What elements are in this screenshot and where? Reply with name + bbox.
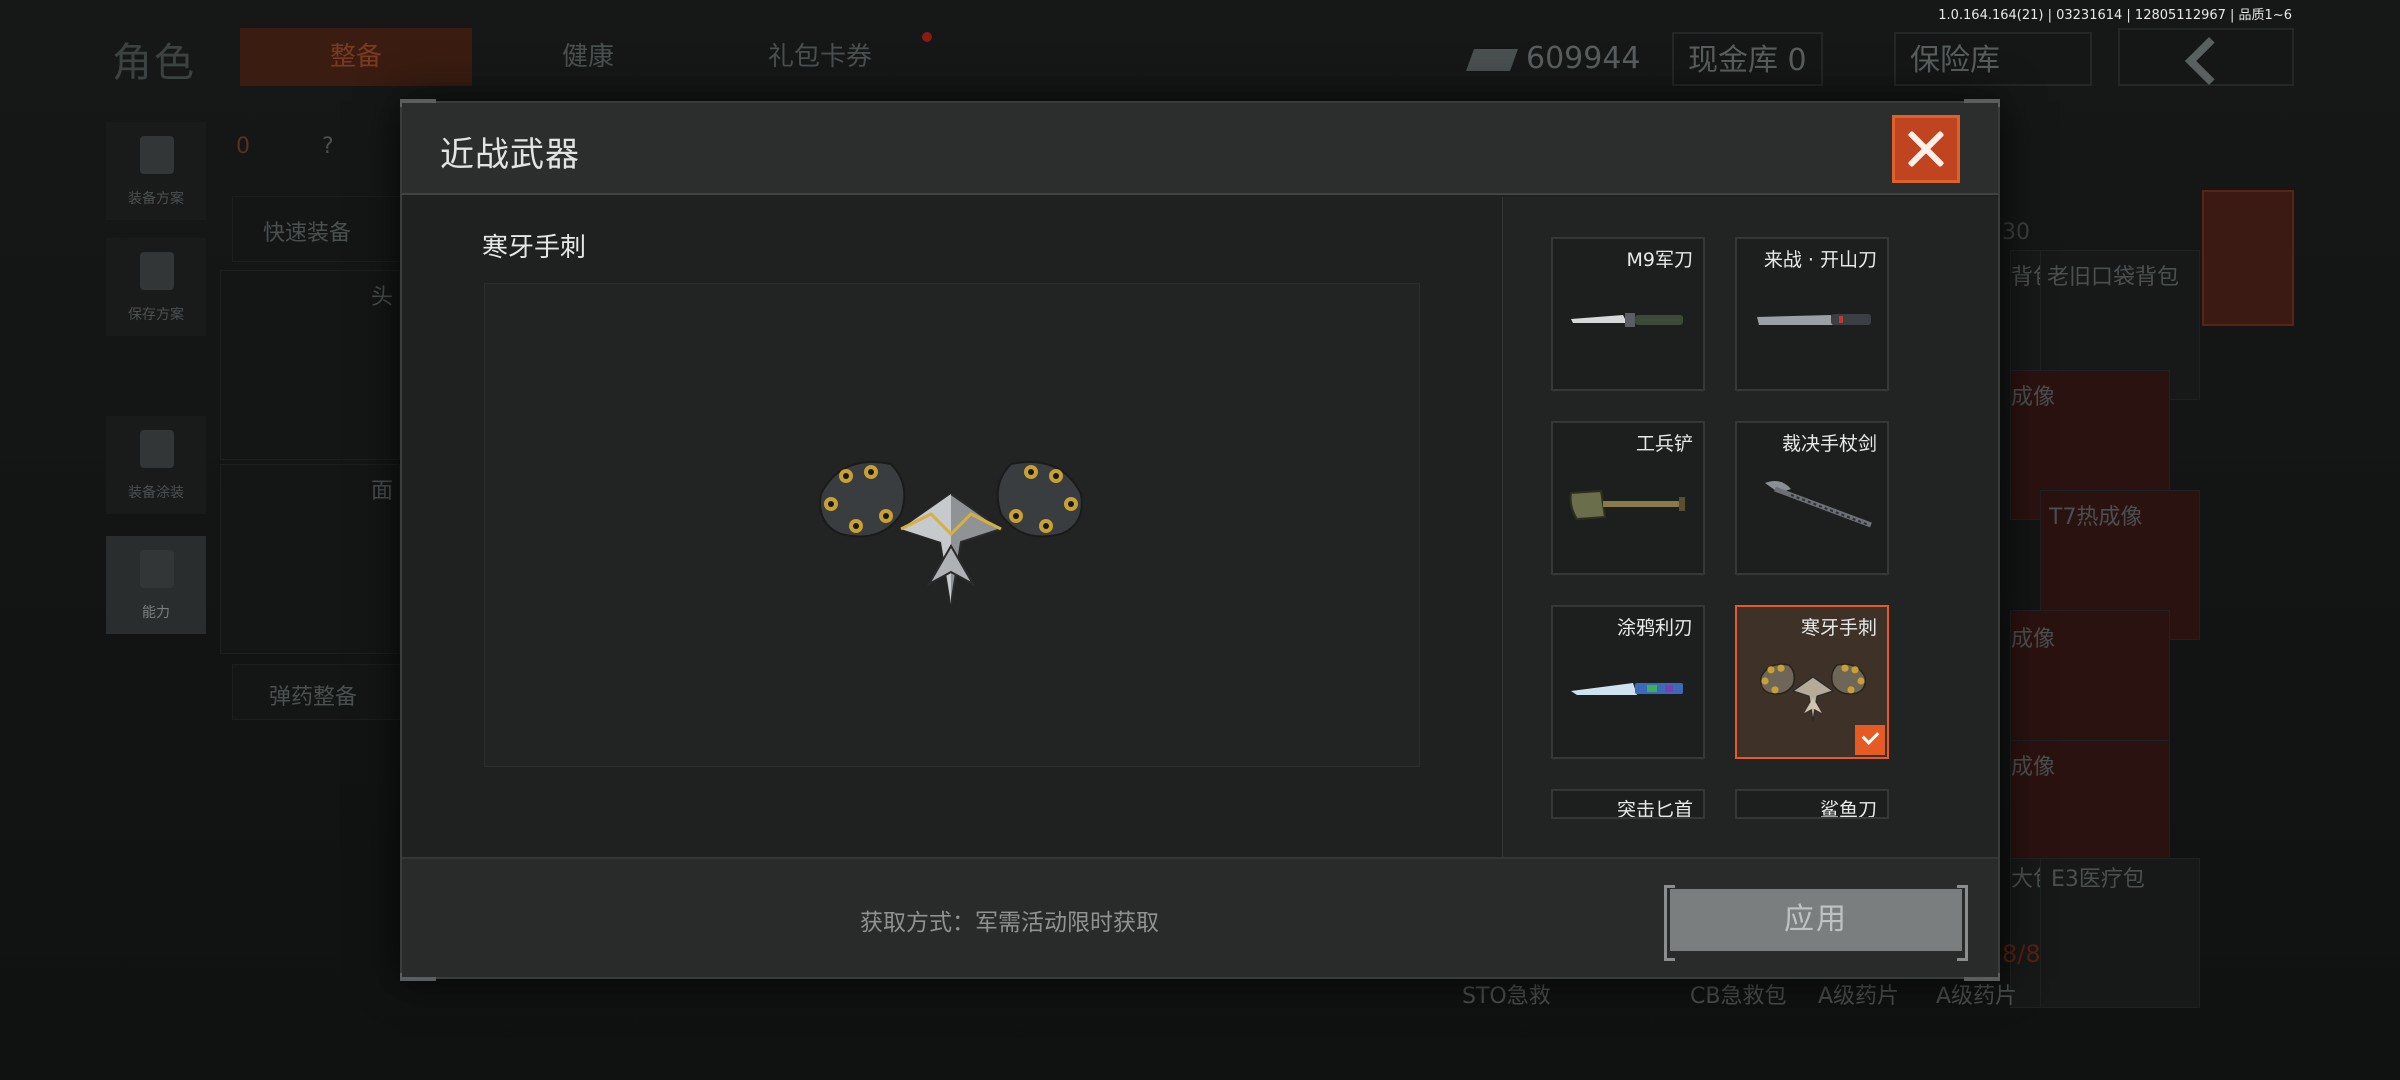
weapon-card-assault-dagger[interactable]: 突击匕首 (1551, 789, 1705, 819)
item-label: T7热成像 (2049, 505, 2143, 530)
notification-dot (922, 32, 932, 42)
weapon-card-frost-fang[interactable]: 寒牙手刺 (1735, 605, 1889, 759)
cash-icon (1465, 48, 1519, 71)
pill-a-label-2: A级药片 (1936, 984, 2018, 1009)
machete-icon (1757, 314, 1871, 325)
weapon-card-label: 涂鸦利刃 (1616, 617, 1693, 639)
check-icon (1855, 725, 1885, 755)
side-button-label: 保存方案 (128, 307, 184, 323)
graffiti-blade-icon (1571, 683, 1683, 695)
weapon-card-machete[interactable]: 来战 · 开山刀 (1735, 237, 1889, 391)
download-icon (140, 252, 174, 290)
item-label: 成像 (2011, 385, 2056, 410)
lightning-icon (140, 550, 174, 588)
e3-medkit-item[interactable]: E3医疗包 (2040, 858, 2200, 1008)
cash-display: 609944 (1465, 32, 1641, 86)
selected-slot-highlight[interactable] (2202, 190, 2294, 326)
weapon-preview (484, 283, 1420, 767)
ability-button[interactable]: 能力 (106, 536, 206, 634)
cash-vault-button[interactable]: 现金库 0 (1672, 32, 1823, 86)
apply-button[interactable]: 应用 (1664, 885, 1968, 961)
slot-label: 头 (371, 285, 394, 310)
item-label: 成像 (2011, 627, 2056, 652)
quick-equip-label: 快速装备 (263, 221, 352, 246)
weapon-card-label: M9军刀 (1626, 249, 1693, 271)
cash-value: 609944 (1526, 41, 1641, 76)
pill-a-label: A级药片 (1818, 984, 1900, 1009)
weapon-list: M9军刀 来战 · 开山刀 工兵铲 裁决手杖剑 涂鸦利刃 寒牙手刺 突击匕首 鲨… (1503, 197, 1998, 857)
tab-gift-cards[interactable]: 礼包卡券 (704, 28, 936, 86)
dialog-header: 近战武器 (402, 103, 1998, 195)
weapon-card-label: 突击匕首 (1616, 799, 1693, 819)
sto-firstaid-label: STO急救 (1462, 984, 1551, 1009)
imaging-item-2[interactable]: 成像 (2010, 610, 2170, 760)
capacity-text: 30 (2002, 220, 2030, 245)
save-plan-button[interactable]: 保存方案 (106, 238, 206, 336)
back-button[interactable] (2118, 28, 2294, 86)
helmet-icon (140, 430, 174, 468)
shovel-icon (1569, 489, 1685, 521)
acquire-method-text: 获取方式：军需活动限时获取 (860, 910, 1159, 936)
backpack-icon (140, 136, 174, 174)
side-button-label: 装备涂装 (128, 485, 184, 501)
slot-label: 面 (371, 479, 394, 504)
side-button-label: 能力 (142, 605, 170, 621)
frost-fang-icon (1759, 663, 1867, 722)
apply-button-label: 应用 (1784, 902, 1848, 937)
face-slot[interactable]: 面 (220, 464, 400, 654)
tab-equip[interactable]: 整备 (240, 28, 472, 86)
cb-firstaid-label: CB急救包 (1690, 984, 1787, 1009)
weapon-card-label: 来战 · 开山刀 (1763, 249, 1877, 271)
cane-sword-icon (1765, 481, 1872, 528)
weapon-card-m9[interactable]: M9军刀 (1551, 237, 1705, 391)
armor-count: 0 (236, 134, 250, 159)
ammo-equip-button[interactable]: 弹药整备 (232, 664, 410, 720)
loadout-plan-button[interactable]: 装备方案 (106, 122, 206, 220)
weapon-card-label: 寒牙手刺 (1800, 617, 1877, 639)
unknown-badge: ? (322, 134, 334, 159)
equip-skin-button[interactable]: 装备涂装 (106, 416, 206, 514)
weapon-card-cane-sword[interactable]: 裁决手杖剑 (1735, 421, 1889, 575)
weapon-card-label: 鲨鱼刀 (1819, 799, 1877, 819)
tab-health[interactable]: 健康 (472, 28, 704, 86)
quick-equip-button[interactable]: 快速装备 (232, 196, 410, 262)
page-logo: 角色 (112, 40, 196, 86)
item-label: E3医疗包 (2051, 867, 2145, 892)
close-button[interactable] (1892, 115, 1960, 183)
dialog-footer: 获取方式：军需活动限时获取 应用 (402, 857, 1998, 977)
frost-fang-icon (819, 461, 1083, 605)
head-slot[interactable]: 头 (220, 270, 400, 460)
weapon-card-shovel[interactable]: 工兵铲 (1551, 421, 1705, 575)
weapon-card-label: 工兵铲 (1635, 433, 1693, 455)
build-info: 1.0.164.164(21) | 03231614 | 12805112967… (1938, 8, 2292, 23)
weapon-card-shark-knife[interactable]: 鲨鱼刀 (1735, 789, 1889, 819)
melee-weapon-dialog: 近战武器 寒牙手刺 M9军刀 来战 · 开山刀 工兵铲 裁决手杖剑 涂鸦利刃 寒… (400, 99, 2000, 981)
ammo-equip-label: 弹药整备 (269, 685, 358, 710)
safe-vault-button[interactable]: 保险库 (1894, 32, 2092, 86)
weapon-card-graffiti[interactable]: 涂鸦利刃 (1551, 605, 1705, 759)
side-button-label: 装备方案 (128, 191, 184, 207)
dialog-title: 近战武器 (440, 135, 580, 175)
preview-weapon-name: 寒牙手刺 (482, 233, 587, 263)
count-red: 8/8 (2002, 940, 2041, 968)
item-label: 成像 (2011, 755, 2056, 780)
bayonet-icon (1571, 313, 1683, 327)
weapon-card-label: 裁决手杖剑 (1781, 433, 1877, 455)
item-label: 老旧口袋背包 (2047, 265, 2180, 290)
